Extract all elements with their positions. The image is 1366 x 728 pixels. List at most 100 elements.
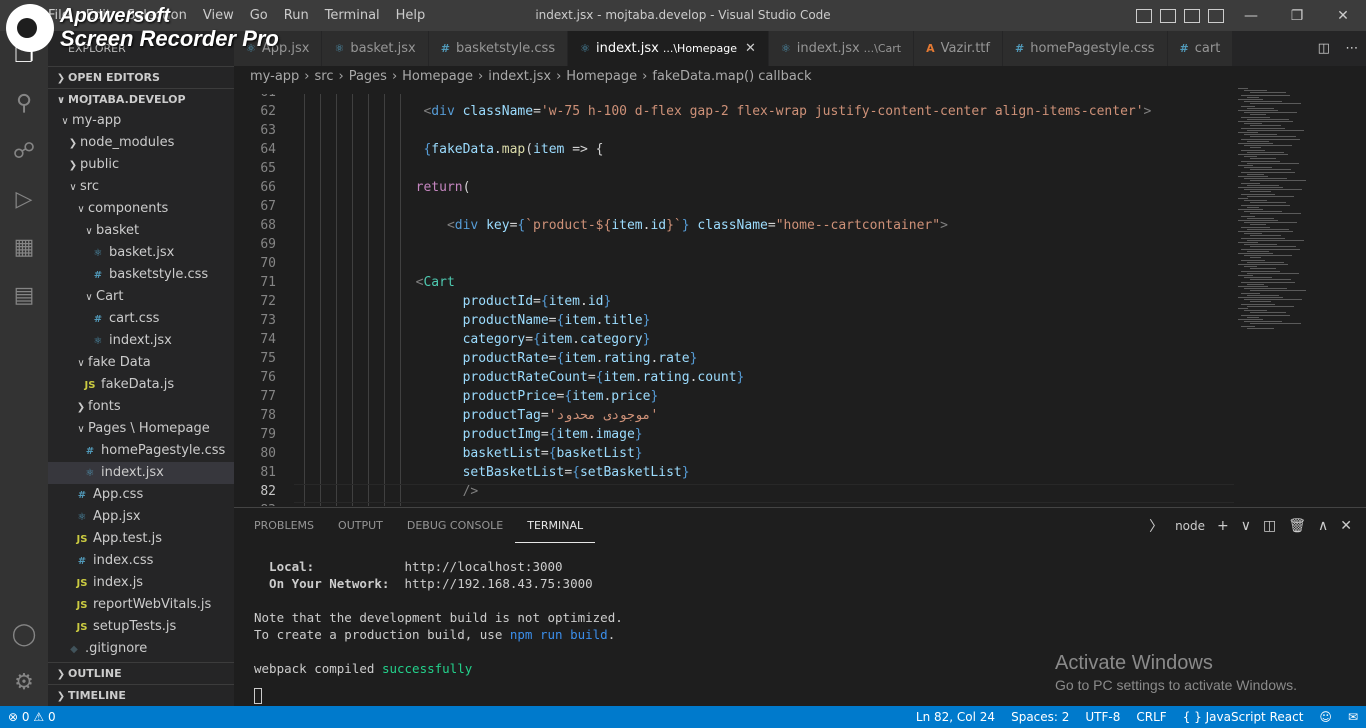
remote-explorer-icon[interactable]: ▤ [0,271,48,319]
css-file-icon: # [1179,42,1189,55]
tree-item-indext-jsx[interactable]: ⚛ indext.jsx [48,462,234,484]
run-debug-icon[interactable]: ▷ [0,175,48,223]
tree-item--gitignore[interactable]: ◆ .gitignore [48,638,234,660]
tree-item-src[interactable]: ∨ src [48,176,234,198]
bell-icon[interactable]: ✉ [1340,710,1366,724]
minimize-button[interactable]: — [1228,8,1274,24]
minimap-line [1247,107,1274,109]
tree-item-basket[interactable]: ∨ basket [48,220,234,242]
encoding[interactable]: UTF-8 [1077,710,1128,724]
tree-item-fonts[interactable]: ❯ fonts [48,396,234,418]
cursor-position[interactable]: Ln 82, Col 24 [908,710,1003,724]
restore-button[interactable]: ❐ [1274,8,1320,24]
tree-item-index-js[interactable]: JS index.js [48,572,234,594]
close-tab-icon[interactable]: ✕ [745,31,756,66]
accounts-icon[interactable]: ◯ [0,610,48,658]
breadcrumb-item[interactable]: src [315,69,334,84]
split-editor-icon[interactable]: ◫ [1318,41,1330,56]
tree-item-app-jsx[interactable]: ⚛ App.jsx [48,506,234,528]
new-terminal-icon[interactable]: + [1217,518,1229,534]
tree-item-pages-homepage[interactable]: ∨ Pages \ Homepage [48,418,234,440]
open-editors-section[interactable]: ❯ OPEN EDITORS [48,66,234,88]
timeline-section[interactable]: ❯ TIMELINE [48,684,234,706]
tree-item-fake-data[interactable]: ∨ fake Data [48,352,234,374]
tree-item-reportwebvitals-js[interactable]: JS reportWebVitals.js [48,594,234,616]
breadcrumb-item[interactable]: my-app [250,69,299,84]
tab-vazir-ttf[interactable]: A Vazir.ttf [914,31,1003,66]
minimap[interactable] [1238,88,1356,506]
menu-item-help[interactable]: Help [388,8,434,23]
outline-section[interactable]: ❯ OUTLINE [48,662,234,684]
chevron-right-icon: ❯ [56,691,66,702]
tree-item-my-app[interactable]: ∨ my-app [48,110,234,132]
trash-icon[interactable]: 🗑 [1288,518,1306,534]
close-panel-icon[interactable]: ✕ [1340,518,1352,534]
panel-tab-debug-console[interactable]: DEBUG CONSOLE [395,508,515,543]
tree-item-label: .gitignore [85,641,148,656]
toggle-secondary-sidebar-icon[interactable] [1184,8,1200,23]
breadcrumb-item[interactable]: Pages [349,69,387,84]
tree-item-index-css[interactable]: # index.css [48,550,234,572]
tree-item-components[interactable]: ∨ components [48,198,234,220]
terminal-output[interactable]: Local: http://localhost:3000 On Your Net… [254,558,623,677]
customize-layout-icon[interactable] [1208,8,1224,23]
tab-basketstyle-css[interactable]: # basketstyle.css [428,31,569,66]
minimap-line [1241,270,1280,272]
more-actions-icon[interactable]: ⋯ [1345,41,1358,56]
code-editor[interactable]: 6162<div className='w-75 h-100 d-flex ga… [234,94,1234,506]
end-of-line[interactable]: CRLF [1128,710,1174,724]
language-mode[interactable]: { } JavaScript React [1175,710,1312,724]
panel-tab-output[interactable]: OUTPUT [326,508,395,543]
tab-indext-jsx[interactable]: ⚛ indext.jsx ...\Homepage ✕ [568,31,769,66]
tree-item-homepagestyle-css[interactable]: # homePagestyle.css [48,440,234,462]
split-terminal-icon[interactable]: ◫ [1263,518,1276,534]
source-control-icon[interactable]: ☍ [0,127,48,175]
tree-item-setuptests-js[interactable]: JS setupTests.js [48,616,234,638]
minimap-line [1247,162,1299,164]
tree-item-cart[interactable]: ∨ Cart [48,286,234,308]
tree-item-indext-jsx[interactable]: ⚛ indext.jsx [48,330,234,352]
gear-icon[interactable]: ⚙ [0,658,48,706]
tree-item-app-test-js[interactable]: JS App.test.js [48,528,234,550]
tab-homepagestyle-css[interactable]: # homePagestyle.css [1002,31,1168,66]
code-line: return( [416,180,471,195]
toggle-sidebar-icon[interactable] [1136,8,1152,23]
indentation[interactable]: Spaces: 2 [1003,710,1077,724]
chevron-right-icon: › [338,69,344,84]
workspace-root[interactable]: ∨ MOJTABA.DEVELOP [48,88,234,110]
tree-item-public[interactable]: ❯ public [48,154,234,176]
breadcrumb-item[interactable]: fakeData.map() callback [652,69,811,84]
tree-item-cart-css[interactable]: # cart.css [48,308,234,330]
minimap-line [1244,310,1267,312]
tree-item-basketstyle-css[interactable]: # basketstyle.css [48,264,234,286]
tree-item-basket-jsx[interactable]: ⚛ basket.jsx [48,242,234,264]
js-file-icon: JS [76,622,88,633]
maximize-panel-icon[interactable]: ∧ [1318,518,1328,534]
panel-tab-terminal[interactable]: TERMINAL [515,508,596,543]
close-window-button[interactable]: ✕ [1320,8,1366,24]
minimap-line [1247,206,1259,208]
code-token: } [681,465,690,480]
tree-item-node-modules[interactable]: ❯ node_modules [48,132,234,154]
code-token: item [603,370,635,385]
breadcrumb-item[interactable]: Homepage [566,69,637,84]
search-icon[interactable]: ⚲ [0,79,48,127]
tab-basket-jsx[interactable]: ⚛ basket.jsx [322,31,429,66]
editor-scrollbar[interactable] [1352,88,1366,506]
tree-item-app-css[interactable]: # App.css [48,484,234,506]
breadcrumb-item[interactable]: indext.jsx [488,69,551,84]
tree-item-fakedata-js[interactable]: JS fakeData.js [48,374,234,396]
minimap-line [1238,231,1293,232]
breadcrumb-item[interactable]: Homepage [402,69,473,84]
chevron-down-icon[interactable]: ∨ [1241,518,1251,534]
terminal-name[interactable]: node [1175,519,1205,533]
tab-indext-jsx[interactable]: ⚛ indext.jsx ...\Cart [768,31,915,66]
line-number: 61 [234,94,276,100]
toggle-panel-icon[interactable] [1160,8,1176,23]
problems-indicator[interactable]: ⊗ 0 ⚠ 0 [0,710,64,724]
tab-cart[interactable]: # cart [1167,31,1234,66]
feedback-icon[interactable]: ☺ [1311,710,1340,724]
extensions-icon[interactable]: ▦ [0,223,48,271]
panel-tab-problems[interactable]: PROBLEMS [242,508,326,543]
minimap-line [1250,169,1291,171]
